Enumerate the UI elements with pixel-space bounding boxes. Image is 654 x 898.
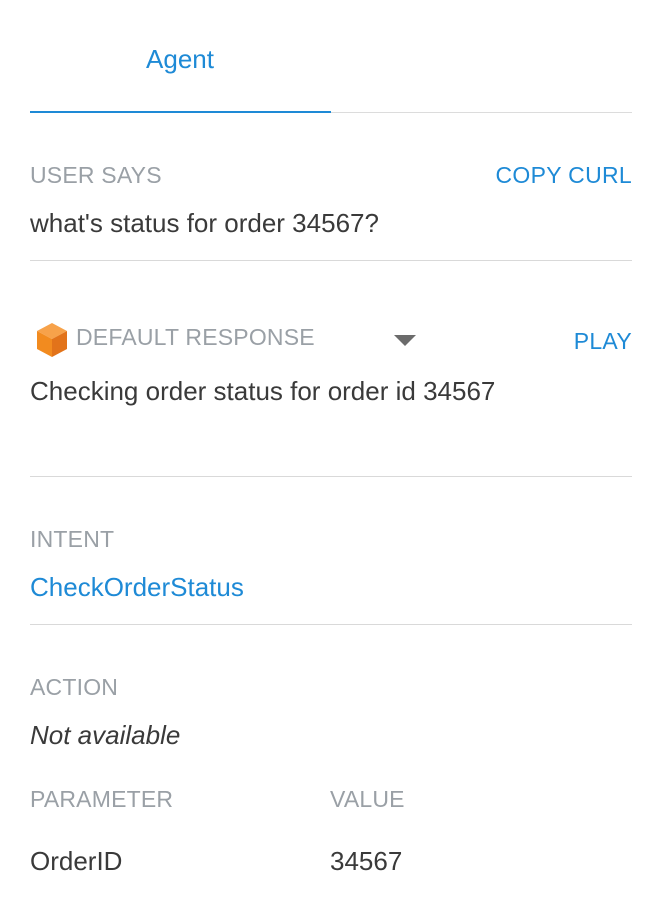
parameter-value: 34567 [330, 846, 403, 876]
active-tab-indicator [30, 111, 331, 113]
parameter-column-header: PARAMETER [30, 786, 174, 812]
play-button[interactable]: PLAY [574, 328, 632, 355]
chevron-down-icon[interactable] [394, 334, 416, 346]
default-response-label: DEFAULT RESPONSE [76, 324, 315, 350]
user-query-text: what's status for order 34567? [30, 208, 379, 238]
action-value: Not available [30, 720, 181, 750]
intent-label: INTENT [30, 526, 115, 552]
section-divider [30, 476, 632, 477]
section-divider [30, 260, 632, 261]
response-text: Checking order status for order id 34567 [30, 376, 496, 406]
parameter-name: OrderID [30, 846, 123, 876]
action-label: ACTION [30, 674, 119, 700]
cube-icon [36, 322, 68, 358]
intent-link[interactable]: CheckOrderStatus [30, 572, 244, 603]
value-column-header: VALUE [330, 786, 405, 812]
section-divider [30, 624, 632, 625]
tab-agent[interactable]: Agent [30, 44, 330, 75]
copy-curl-button[interactable]: COPY CURL [496, 162, 632, 189]
user-says-label: USER SAYS [30, 162, 162, 188]
